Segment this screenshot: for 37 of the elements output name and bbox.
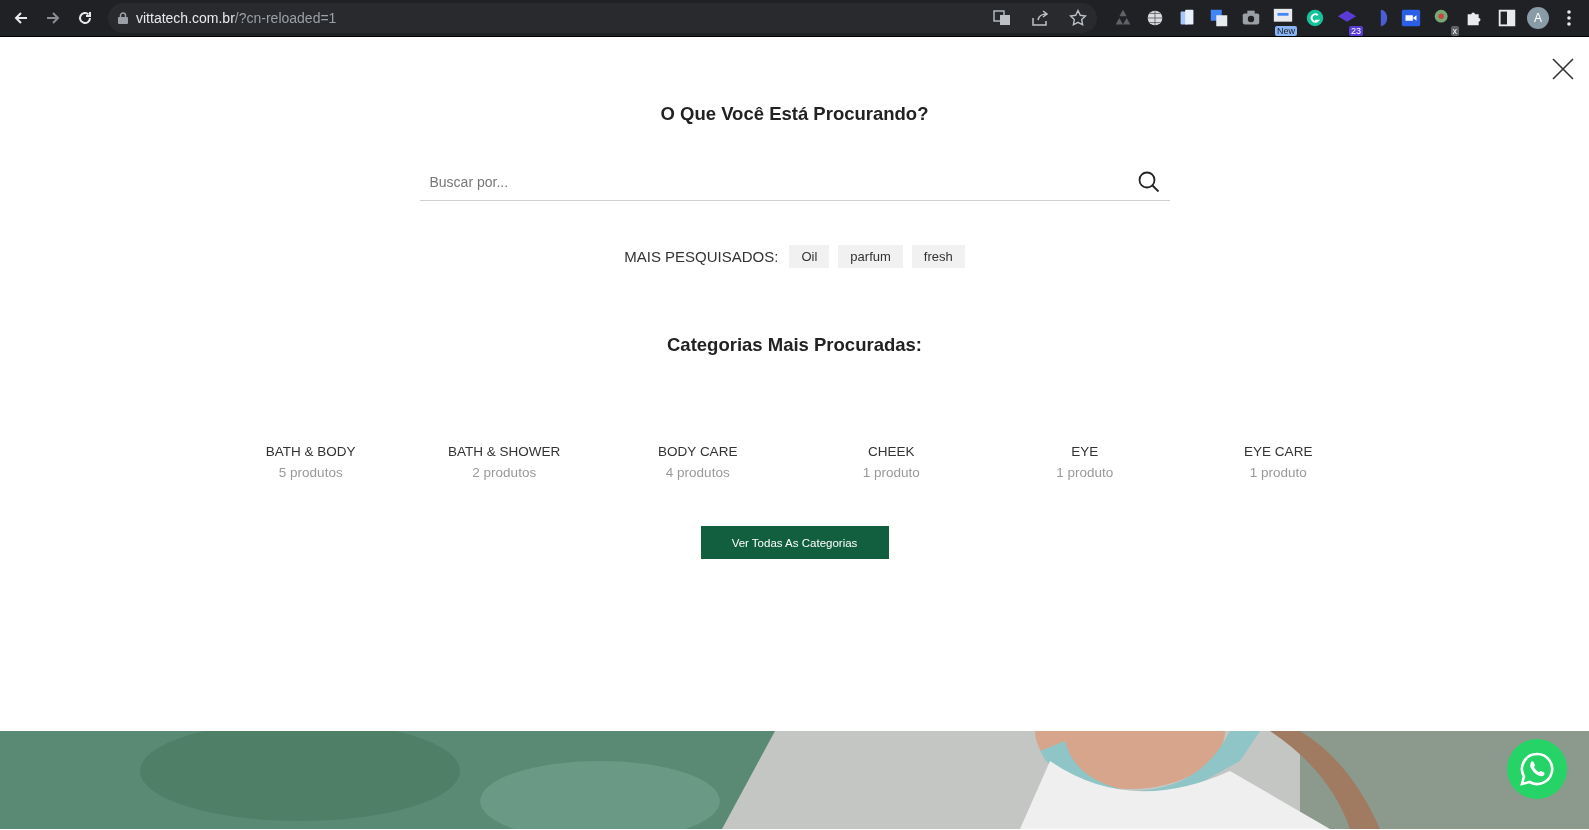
lock-icon <box>118 12 128 24</box>
extension-badge: 23 <box>1349 26 1363 36</box>
category-link[interactable]: EYE CARE <box>1244 444 1313 459</box>
category-link[interactable]: EYE <box>1071 444 1099 459</box>
product-count: 1 produto <box>1249 465 1307 480</box>
all-categories-button[interactable]: Ver Todas As Categorias <box>700 526 889 559</box>
star-icon[interactable] <box>1069 9 1087 27</box>
search-tag[interactable]: parfum <box>838 245 903 268</box>
product-count: 4 produtos <box>665 465 730 480</box>
category-link[interactable]: BATH & SHOWER <box>448 444 561 459</box>
close-button[interactable] <box>1551 57 1575 81</box>
search-heading: O Que Você Está Procurando? <box>660 103 929 125</box>
side-panel-icon[interactable] <box>1496 7 1518 29</box>
back-icon[interactable] <box>13 10 29 26</box>
product-count: 2 produtos <box>472 465 537 480</box>
video-camera-icon[interactable] <box>1400 7 1422 29</box>
search-tag[interactable]: Oil <box>789 245 830 268</box>
product-count: 1 produto <box>1056 465 1114 480</box>
category-link[interactable]: BODY CARE <box>658 444 738 459</box>
product-count: 1 produto <box>862 465 920 480</box>
reload-icon[interactable] <box>77 10 93 26</box>
extension-badge: x <box>1450 26 1459 36</box>
category-link[interactable]: CHEEK <box>868 444 915 459</box>
popular-searches-label: MAIS PESQUISADOS: <box>624 248 779 265</box>
extension-badge: New <box>1275 26 1297 36</box>
address-bar[interactable]: vittatech.com.br/?cn-reloaded=1 <box>108 3 1097 33</box>
share-icon[interactable] <box>1031 9 1049 27</box>
category-link[interactable]: BATH & BODY <box>265 444 356 459</box>
search-icon[interactable] <box>1137 171 1160 193</box>
whatsapp-icon <box>1519 751 1555 787</box>
categories-heading: Categorias Mais Procuradas: <box>667 334 922 356</box>
menu-icon[interactable] <box>1567 10 1571 26</box>
forward-icon[interactable] <box>45 10 61 26</box>
search-field[interactable]: Buscar por... <box>419 163 1170 201</box>
url-text: vittatech.com.br/?cn-reloaded=1 <box>136 10 337 26</box>
search-tag[interactable]: fresh <box>911 245 965 268</box>
product-count: 5 produtos <box>278 465 343 480</box>
